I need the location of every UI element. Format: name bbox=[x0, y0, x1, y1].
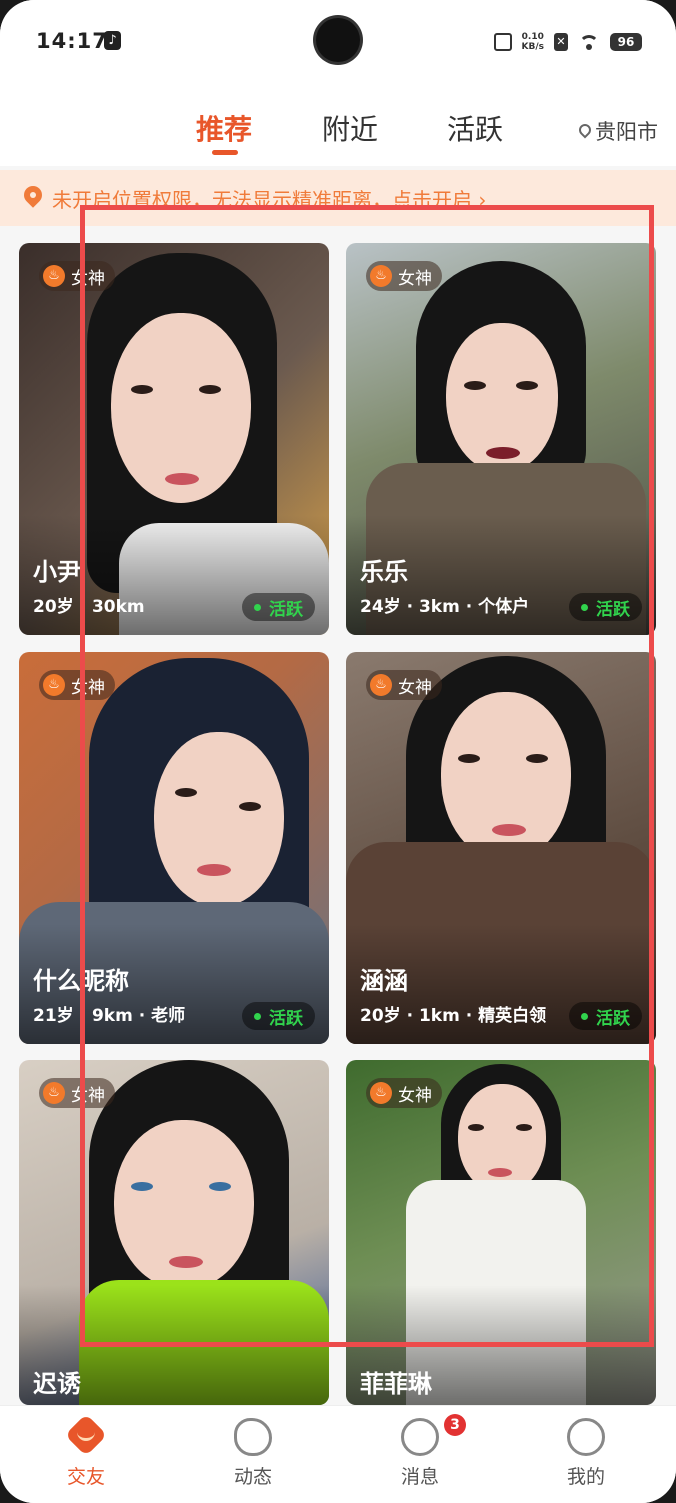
location-permission-banner[interactable]: 未开启位置权限，无法显示精准距离，点击开启 › bbox=[0, 170, 676, 226]
profile-name: 什么昵称 bbox=[33, 967, 129, 995]
sim-icon: ✕ bbox=[554, 33, 568, 51]
active-status: 活跃 bbox=[242, 593, 315, 621]
city-selector[interactable]: 贵阳市 bbox=[579, 116, 658, 146]
flame-icon: ♨ bbox=[370, 265, 392, 287]
goddess-badge: ♨ 女神 bbox=[366, 1078, 442, 1108]
tab-active[interactable]: 活跃 bbox=[447, 108, 503, 148]
goddess-badge: ♨ 女神 bbox=[39, 670, 115, 700]
city-label: 贵阳市 bbox=[595, 120, 658, 144]
profile-name: 迟诱 bbox=[33, 1370, 81, 1398]
flame-icon: ♨ bbox=[43, 674, 65, 696]
status-time: 14:17 bbox=[36, 29, 108, 53]
active-status: 活跃 bbox=[569, 593, 642, 621]
network-speed: 0.10 KB/s bbox=[522, 32, 544, 52]
active-status: 活跃 bbox=[569, 1002, 642, 1030]
profile-card[interactable]: ♨ 女神 菲菲琳 bbox=[346, 1060, 656, 1405]
profile-card[interactable]: ♨ 女神 涵涵 20岁 · 1km · 精英白领 活跃 bbox=[346, 652, 656, 1044]
bottom-navigation: 交友 动态 消息 3 我的 bbox=[0, 1405, 676, 1503]
profile-meta: 21岁 · 9km · 老师 bbox=[33, 1006, 186, 1026]
location-pin-icon bbox=[579, 124, 591, 138]
goddess-badge: ♨ 女神 bbox=[366, 261, 442, 291]
online-dot-icon bbox=[254, 603, 261, 611]
tab-recommend[interactable]: 推荐 bbox=[196, 108, 252, 148]
active-status-label: 活跃 bbox=[269, 599, 303, 620]
badge-label: 女神 bbox=[71, 268, 105, 289]
profile-card[interactable]: ♨ 女神 乐乐 24岁 · 3km · 个体户 活跃 bbox=[346, 243, 656, 635]
goddess-badge: ♨ 女神 bbox=[366, 670, 442, 700]
banner-text: 未开启位置权限，无法显示精准距离，点击开启 › bbox=[52, 188, 487, 212]
profile-name: 菲菲琳 bbox=[360, 1370, 432, 1398]
nav-mine[interactable]: 我的 bbox=[526, 1418, 646, 1489]
nav-moments[interactable]: 动态 bbox=[193, 1418, 313, 1489]
vibrate-icon bbox=[493, 33, 512, 51]
nav-label: 我的 bbox=[566, 1466, 605, 1488]
profile-name: 涵涵 bbox=[360, 967, 408, 995]
flame-icon: ♨ bbox=[43, 265, 65, 287]
profile-meta: 20岁 · 1km · 精英白领 bbox=[360, 1006, 547, 1026]
front-camera bbox=[316, 18, 360, 62]
profile-name: 乐乐 bbox=[360, 558, 408, 586]
heart-chat-icon bbox=[67, 1418, 105, 1456]
location-pin-icon bbox=[24, 186, 42, 208]
online-dot-icon bbox=[581, 603, 588, 611]
online-dot-icon bbox=[254, 1012, 261, 1020]
goddess-badge: ♨ 女神 bbox=[39, 261, 115, 291]
profile-meta: 20岁 · 30km bbox=[33, 597, 145, 617]
cloud-face-icon bbox=[234, 1418, 272, 1456]
chat-bubble-icon bbox=[401, 1418, 439, 1456]
wifi-icon bbox=[578, 34, 600, 50]
badge-label: 女神 bbox=[71, 1085, 105, 1106]
goddess-badge: ♨ 女神 bbox=[39, 1078, 115, 1108]
nav-label: 交友 bbox=[66, 1466, 105, 1488]
profile-name: 小尹 bbox=[33, 558, 81, 586]
phone-screen: 14:17 ♪ 0.10 KB/s ✕ 96 推荐 附近 活跃 贵阳市 未开启位… bbox=[0, 0, 676, 1503]
network-speed-unit: KB/s bbox=[521, 42, 544, 52]
profile-card[interactable]: ♨ 女神 什么昵称 21岁 · 9km · 老师 活跃 bbox=[19, 652, 329, 1044]
profile-meta: 24岁 · 3km · 个体户 bbox=[360, 597, 530, 617]
profile-card[interactable]: ♨ 女神 小尹 20岁 · 30km 活跃 bbox=[19, 243, 329, 635]
battery-icon: 96 bbox=[610, 33, 642, 51]
badge-label: 女神 bbox=[398, 1085, 432, 1106]
tab-nearby[interactable]: 附近 bbox=[322, 108, 378, 148]
flame-icon: ♨ bbox=[370, 1082, 392, 1104]
tiktok-icon: ♪ bbox=[104, 31, 121, 50]
flame-icon: ♨ bbox=[370, 674, 392, 696]
smile-face-icon bbox=[567, 1418, 605, 1456]
nav-label: 消息 bbox=[400, 1466, 439, 1488]
profile-card[interactable]: ♨ 女神 迟诱 bbox=[19, 1060, 329, 1405]
status-icons: 0.10 KB/s ✕ 96 bbox=[493, 32, 642, 52]
active-status: 活跃 bbox=[242, 1002, 315, 1030]
active-status-label: 活跃 bbox=[269, 1008, 303, 1029]
online-dot-icon bbox=[581, 1012, 588, 1020]
top-tab-bar: 推荐 附近 活跃 贵阳市 bbox=[0, 86, 676, 166]
badge-label: 女神 bbox=[71, 677, 105, 698]
nav-make-friends[interactable]: 交友 bbox=[26, 1418, 146, 1489]
active-status-label: 活跃 bbox=[596, 599, 630, 620]
active-status-label: 活跃 bbox=[596, 1008, 630, 1029]
network-speed-value: 0.10 bbox=[521, 32, 544, 42]
message-count-badge: 3 bbox=[444, 1414, 466, 1436]
badge-label: 女神 bbox=[398, 268, 432, 289]
badge-label: 女神 bbox=[398, 677, 432, 698]
status-bar: 14:17 ♪ 0.10 KB/s ✕ 96 bbox=[0, 0, 676, 86]
active-tab-indicator bbox=[212, 150, 238, 155]
nav-label: 动态 bbox=[233, 1466, 272, 1488]
flame-icon: ♨ bbox=[43, 1082, 65, 1104]
